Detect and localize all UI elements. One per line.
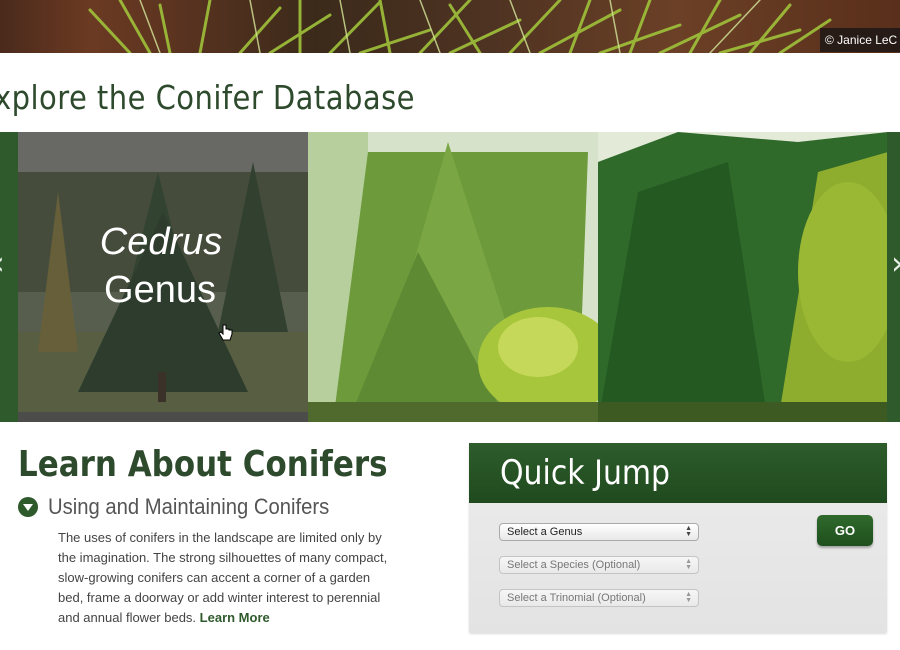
- trinomial-select[interactable]: Select a Trinomial (Optional) ▲ ▼: [499, 589, 699, 607]
- carousel-next-button[interactable]: ›: [887, 132, 900, 422]
- tile-genus-label: Genus: [104, 269, 216, 311]
- species-select-value: Select a Species (Optional): [507, 559, 641, 571]
- page-title: xplore the Conifer Database: [0, 78, 415, 117]
- photo-credit: © Janice LeC: [820, 28, 900, 52]
- tile-genus-name: Cedrus: [99, 221, 223, 263]
- accordion-body: The uses of conifers in the landscape ar…: [58, 528, 388, 628]
- carousel-tile-3[interactable]: [598, 132, 888, 422]
- carousel-tile-2[interactable]: [308, 132, 598, 422]
- tile-caption: Cedrus Genus: [18, 218, 308, 314]
- genus-carousel: ‹ Cedrus Genus: [0, 132, 900, 422]
- select-caret-icon: ▲ ▼: [685, 558, 692, 571]
- accordion-header[interactable]: Using and Maintaining Conifers: [18, 494, 354, 520]
- genus-select[interactable]: Select a Genus ▲ ▼: [499, 523, 699, 541]
- quick-jump-panel: Quick Jump Select a Genus ▲ ▼ Select a Sp…: [469, 443, 887, 633]
- hero-pine-needles-image: [88, 0, 832, 53]
- carousel-prev-button[interactable]: ‹: [0, 132, 18, 422]
- species-select[interactable]: Select a Species (Optional) ▲ ▼: [499, 556, 699, 574]
- chevron-right-icon: ›: [891, 244, 900, 282]
- accordion-title[interactable]: Using and Maintaining Conifers: [48, 494, 329, 520]
- learn-section-title: Learn About Conifers: [18, 444, 388, 485]
- chevron-left-icon: ‹: [0, 244, 5, 282]
- genus-select-value: Select a Genus: [507, 526, 583, 538]
- hero-banner: © Janice LeC: [0, 0, 900, 53]
- conifer-tree-image: [308, 132, 598, 422]
- quick-jump-title: Quick Jump: [500, 453, 671, 493]
- select-caret-icon: ▲ ▼: [685, 591, 692, 604]
- select-caret-icon: ▲ ▼: [685, 525, 692, 538]
- go-button[interactable]: GO: [817, 515, 873, 546]
- quick-jump-header: Quick Jump: [469, 443, 887, 503]
- chevron-down-icon[interactable]: [18, 497, 38, 517]
- conifer-tree-image: [598, 132, 888, 422]
- hand-cursor-icon: [218, 324, 233, 341]
- trinomial-select-value: Select a Trinomial (Optional): [507, 592, 646, 604]
- learn-more-link[interactable]: Learn More: [200, 610, 270, 625]
- carousel-tile-cedrus[interactable]: Cedrus Genus: [18, 132, 308, 422]
